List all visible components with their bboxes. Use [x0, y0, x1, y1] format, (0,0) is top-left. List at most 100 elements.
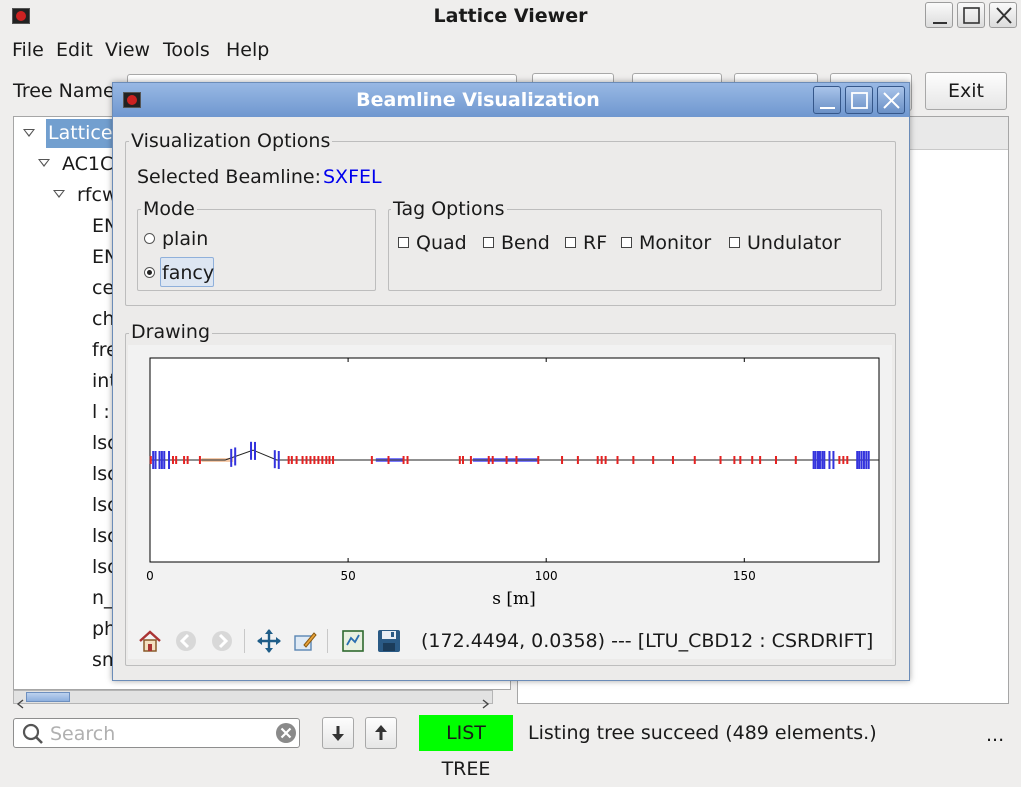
menu-view[interactable]: View [105, 34, 150, 66]
rf-marker [652, 456, 655, 464]
checkbox-quad-label[interactable]: Quad [416, 231, 467, 255]
checkbox-monitor[interactable] [621, 237, 632, 248]
menu-tools[interactable]: Tools [163, 34, 210, 66]
quad-marker [816, 451, 819, 469]
tree-item[interactable]: ce [92, 273, 114, 303]
quad-marker [168, 451, 171, 469]
radio-fancy[interactable] [144, 267, 155, 278]
tag-options-title: Tag Options [391, 198, 507, 220]
minimize-button[interactable] [925, 2, 953, 28]
maximize-icon [963, 7, 980, 24]
rf-marker [693, 456, 696, 464]
dialog-close-button[interactable] [877, 86, 905, 114]
clear-search-icon[interactable] [275, 722, 297, 744]
quad-marker [154, 451, 157, 469]
dialog-maximize-button[interactable] [845, 86, 873, 114]
rf-marker [515, 456, 518, 464]
radio-fancy-label[interactable]: fancy [162, 261, 214, 285]
selected-beamline-label: Selected Beamline: [137, 166, 321, 188]
rf-marker [387, 456, 390, 464]
back-icon[interactable] [173, 628, 199, 654]
expand-triangle-icon[interactable] [53, 190, 65, 198]
save-icon[interactable] [376, 628, 402, 654]
scroll-up-button[interactable] [365, 717, 397, 749]
close-icon [883, 92, 900, 109]
quad-marker [856, 451, 859, 469]
scroll-down-button[interactable] [322, 717, 354, 749]
tree-item-lattice[interactable]: Lattice [48, 118, 113, 148]
search-box[interactable] [13, 718, 300, 748]
tree-item[interactable]: l : [92, 397, 110, 427]
rf-marker [402, 456, 405, 464]
checkbox-undulator-label[interactable]: Undulator [747, 231, 841, 255]
rf-marker [295, 456, 298, 464]
rf-marker [198, 456, 201, 464]
quad-marker [277, 451, 280, 469]
quad-marker [832, 451, 835, 469]
coordinate-readout: (172.4494, 0.0358) --- [LTU_CBD12 : CSRD… [421, 630, 874, 652]
maximize-button[interactable] [957, 2, 985, 28]
beamline-plot[interactable]: 0 50 100 150 s [m] [128, 345, 892, 621]
close-button[interactable] [989, 2, 1017, 28]
checkbox-bend[interactable] [483, 237, 494, 248]
menu-edit[interactable]: Edit [56, 34, 93, 66]
forward-icon[interactable] [209, 628, 235, 654]
expand-triangle-icon[interactable] [23, 129, 35, 137]
rf-marker [739, 456, 742, 464]
quad-marker [158, 451, 161, 469]
quad-marker [862, 451, 865, 469]
checkbox-bend-label[interactable]: Bend [501, 231, 550, 255]
x-tick-label: 100 [535, 569, 558, 583]
dialog-minimize-button[interactable] [813, 86, 841, 114]
tree-item[interactable]: AC1C [62, 149, 113, 179]
mode-group-title: Mode [141, 198, 197, 220]
rf-marker [487, 456, 490, 464]
checkbox-rf-label[interactable]: RF [583, 231, 607, 255]
checkbox-undulator[interactable] [729, 237, 740, 248]
checkbox-monitor-label[interactable]: Monitor [639, 231, 711, 255]
rf-marker [309, 456, 312, 464]
rf-marker [313, 456, 316, 464]
tree-hscrollbar[interactable] [13, 690, 493, 709]
scroll-left-icon[interactable] [16, 692, 26, 714]
arrow-up-icon [375, 725, 387, 740]
radio-plain[interactable] [144, 233, 155, 244]
x-tick-label: 150 [733, 569, 756, 583]
maximize-icon [851, 92, 868, 109]
menu-file[interactable]: File [12, 34, 44, 66]
expand-triangle-icon[interactable] [38, 159, 50, 167]
rf-marker [537, 456, 540, 464]
status-text: Listing tree succeed (489 elements.) [528, 722, 877, 744]
rf-marker [491, 456, 494, 464]
scrollbar-thumb[interactable] [26, 692, 70, 702]
list-tree-badge: LIST TREE [419, 715, 513, 780]
tree-name-label: Tree Name [13, 80, 115, 102]
plot-area[interactable]: 0 50 100 150 s [m] [128, 345, 892, 621]
tree-item[interactable]: n_ [92, 583, 114, 613]
minimize-icon [933, 22, 947, 24]
home-icon[interactable] [137, 628, 163, 654]
radio-plain-label[interactable]: plain [162, 227, 208, 251]
rf-marker [600, 456, 603, 464]
rf-marker [759, 456, 762, 464]
quad-marker [858, 451, 861, 469]
scroll-right-icon[interactable] [480, 692, 490, 714]
edit-axis-icon[interactable] [292, 628, 318, 654]
checkbox-rf[interactable] [565, 237, 576, 248]
rf-marker [733, 456, 736, 464]
rf-marker [317, 456, 320, 464]
rf-marker [370, 456, 373, 464]
search-input[interactable] [48, 721, 272, 747]
menu-help[interactable]: Help [226, 34, 269, 66]
checkbox-quad[interactable] [398, 237, 409, 248]
rf-marker [505, 456, 508, 464]
quad-marker [152, 451, 155, 469]
quad-marker [823, 451, 826, 469]
subplots-icon[interactable] [340, 628, 366, 654]
window-title: Lattice Viewer [433, 5, 588, 27]
rf-marker [325, 456, 328, 464]
rf-marker [616, 456, 619, 464]
pan-icon[interactable] [256, 628, 282, 654]
rf-marker [561, 456, 564, 464]
exit-button[interactable]: Exit [925, 72, 1007, 110]
